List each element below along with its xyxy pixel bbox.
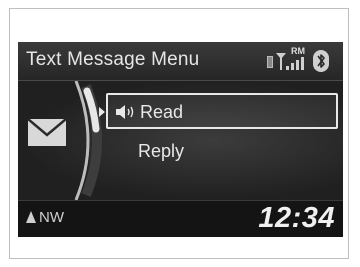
- selection-pointer-icon: [99, 107, 105, 117]
- menu-item-label: Reply: [138, 141, 185, 161]
- header-bar: Text Message Menu RM: [18, 42, 343, 81]
- compass-heading: NW: [26, 209, 64, 226]
- menu-area: Read Reply: [18, 81, 343, 200]
- menu-list: Read Reply: [99, 93, 338, 173]
- roaming-badge: RM: [291, 46, 305, 56]
- menu-item-label: Read: [140, 102, 184, 122]
- phone-battery-icon: [267, 56, 273, 68]
- envelope-icon: [28, 119, 66, 146]
- menu-item-read[interactable]: Read: [99, 93, 338, 129]
- compass-label: NW: [39, 209, 64, 226]
- status-icons: RM: [267, 46, 337, 74]
- compass-arrow-icon: [26, 211, 36, 223]
- clock: 12:34: [258, 202, 335, 234]
- screen-title: Text Message Menu: [26, 49, 200, 70]
- bluetooth-icon: [313, 50, 329, 72]
- footer-bar: NW 12:34: [18, 200, 343, 237]
- display-screen: Text Message Menu RM Read Reply NW 12:34: [18, 42, 343, 237]
- menu-item-reply[interactable]: Reply: [106, 133, 338, 169]
- speaker-icon: [116, 105, 134, 119]
